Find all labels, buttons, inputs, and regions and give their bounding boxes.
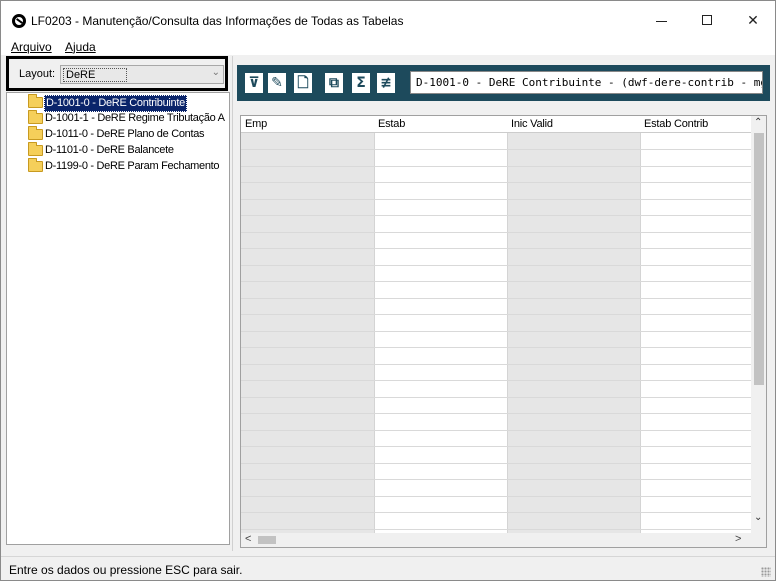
grid-row-line [241,496,751,497]
close-button[interactable]: ✕ [738,9,768,33]
grid-horizontal-scrollbar[interactable]: < > [241,533,766,547]
grid-row-line [241,479,751,480]
pane-splitter[interactable] [232,56,236,551]
new-button[interactable]: 🗋 [293,72,313,94]
grid-row-line [241,199,751,200]
grid-row-line [241,430,751,431]
table-tree: D-1001-0 - DeRE Contribuinte D-1001-1 - … [6,92,230,545]
main-window: LF0203 - Manutenção/Consulta das Informa… [0,0,776,581]
window-title: LF0203 - Manutenção/Consulta das Informa… [31,14,404,28]
sum-icon: Σ [356,75,366,91]
chevron-down-icon: ⌄ [211,67,220,78]
grid-column-estab[interactable] [375,133,508,533]
column-header-inic-valid[interactable]: Inic Valid [511,118,553,130]
settings-sliders-icon: ≢ [380,75,392,91]
grid-header: Emp Estab Inic Valid Estab Contrib [241,116,751,133]
grid-row-line [241,166,751,167]
grid-row-line [241,446,751,447]
grid-row-line [241,149,751,150]
grid-row-line [241,331,751,332]
tree-item-label: D-1011-0 - DeRE Plano de Contas [45,128,205,140]
folder-icon [28,158,43,172]
column-header-emp[interactable]: Emp [245,118,267,130]
scroll-right-icon[interactable]: > [735,533,741,545]
resize-grip-icon[interactable] [761,567,771,577]
folder-icon [28,126,43,140]
grid-row-line [241,248,751,249]
maximize-icon [702,15,712,25]
tree-item-label: D-1101-0 - DeRE Balancete [45,144,174,156]
tree-item-label: D-1001-1 - DeRE Regime Tributação A [45,112,225,124]
grid-row-line [241,380,751,381]
menu-ajuda[interactable]: Ajuda [65,40,96,54]
maximize-button[interactable] [693,9,723,33]
new-document-icon: 🗋 [297,75,309,91]
left-pane: Layout: DeRE ⌄ D-1001-0 - DeRE Contribui… [5,56,231,551]
toolbar: ⊽ ✎ 🗋 ⧉ Σ ≢ D-1001-0 - DeRE Contribuinte… [237,65,770,101]
grid-row-line [241,215,751,216]
app-icon [12,14,26,28]
grid-row-line [241,232,751,233]
scroll-up-icon[interactable]: ⌃ [754,117,762,128]
filter-button[interactable]: ⊽ [244,72,264,94]
table-title: D-1001-0 - DeRE Contribuinte - (dwf-dere… [410,71,763,94]
grid-vertical-scrollbar[interactable]: ⌃ ⌄ [751,116,766,533]
title-bar: LF0203 - Manutenção/Consulta das Informa… [1,1,775,39]
grid-row-line [241,347,751,348]
grid-row-line [241,463,751,464]
scrollbar-thumb[interactable] [754,133,764,385]
sum-button[interactable]: Σ [351,72,371,94]
column-header-estab[interactable]: Estab [378,118,405,130]
status-bar: Entre os dados ou pressione ESC para sai… [1,556,775,580]
close-icon: ✕ [747,13,759,29]
tree-item-label: D-1001-0 - DeRE Contribuinte [44,95,187,112]
grid-row-line [241,529,751,530]
grid-row-line [241,413,751,414]
menu-arquivo[interactable]: Arquivo [11,40,52,54]
minimize-icon [656,21,667,22]
grid-row-line [241,298,751,299]
minimize-button[interactable] [647,9,677,33]
grid-row-line [241,182,751,183]
edit-button[interactable]: ✎ [267,72,287,94]
layout-select-value: DeRE [63,68,127,82]
menu-bar: Arquivo Ajuda [1,39,775,55]
layout-selector-group: Layout: DeRE ⌄ [6,56,228,91]
grid-row-line [241,364,751,365]
right-pane: ⊽ ✎ 🗋 ⧉ Σ ≢ D-1001-0 - DeRE Contribuinte… [237,65,770,550]
grid-column-inic-valid[interactable] [508,133,641,533]
grid-column-emp[interactable] [241,133,375,533]
copy-icon: ⧉ [329,75,339,91]
column-header-estab-contrib[interactable]: Estab Contrib [644,118,708,130]
scrollbar-thumb[interactable] [258,536,276,544]
data-grid: Emp Estab Inic Valid Estab Contrib ⌃ ⌄ <… [240,115,767,548]
grid-row-line [241,512,751,513]
folder-icon [28,94,43,108]
scroll-left-icon[interactable]: < [245,533,251,545]
layout-select[interactable]: DeRE ⌄ [60,65,224,84]
grid-row-line [241,281,751,282]
edit-icon: ✎ [271,75,283,91]
settings-button[interactable]: ≢ [376,72,396,94]
copy-button[interactable]: ⧉ [324,72,344,94]
scroll-down-icon[interactable]: ⌄ [754,512,762,523]
tree-item-label: D-1199-0 - DeRE Param Fechamento [45,160,220,172]
grid-column-estab-contrib[interactable] [641,133,751,533]
filter-icon: ⊽ [248,75,260,91]
folder-icon [28,142,43,156]
status-text: Entre os dados ou pressione ESC para sai… [9,563,243,577]
grid-row-line [241,265,751,266]
folder-icon [28,110,43,124]
layout-label: Layout: [19,68,56,80]
grid-row-line [241,397,751,398]
grid-row-line [241,314,751,315]
